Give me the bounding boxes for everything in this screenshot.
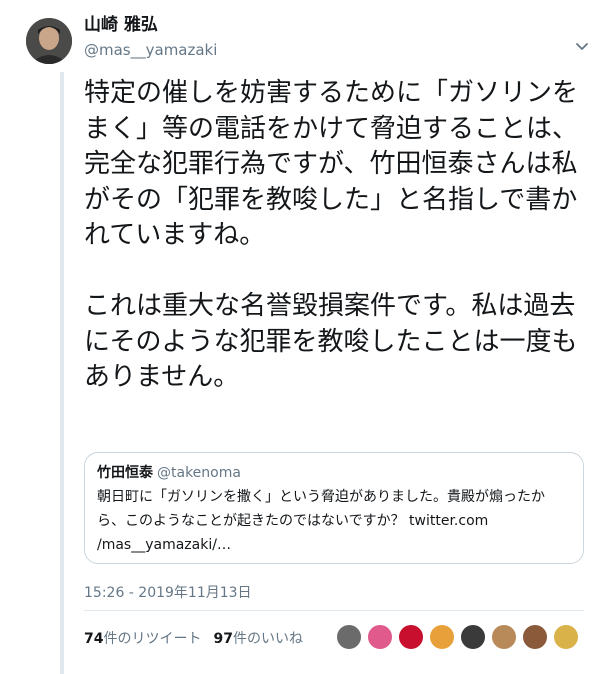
likes-stat[interactable]: 97件のいいね xyxy=(213,631,302,647)
quoted-user-handle: @takenoma xyxy=(157,465,241,481)
quoted-display-name: 竹田恒泰 xyxy=(97,465,153,481)
tweet-timestamp[interactable]: 15:26 - 2019年11月13日 xyxy=(84,582,252,602)
quoted-tweet-text: 朝日町に「ガソリンを撒く」という脅迫がありました。貴殿が煽ったから、このようなこ… xyxy=(97,489,545,553)
retweets-stat[interactable]: 74件のリツイート xyxy=(84,631,201,647)
liker-avatar[interactable] xyxy=(522,624,548,650)
likes-label: 件のいいね xyxy=(232,631,303,647)
liker-avatar[interactable] xyxy=(398,624,424,650)
retweets-count: 74 xyxy=(84,631,104,647)
user-handle[interactable]: @mas__yamazaki xyxy=(84,40,217,60)
liker-avatar[interactable] xyxy=(336,624,362,650)
divider xyxy=(84,610,584,611)
chevron-down-icon[interactable] xyxy=(574,38,590,54)
avatar[interactable] xyxy=(26,18,72,64)
liker-avatar[interactable] xyxy=(491,624,517,650)
liker-avatar[interactable] xyxy=(460,624,486,650)
quoted-tweet-header: 竹田恒泰 @takenoma xyxy=(97,463,571,483)
quoted-tweet-card[interactable]: 竹田恒泰 @takenoma 朝日町に「ガソリンを撒く」という脅迫がありました。貴… xyxy=(84,452,584,564)
liker-avatar[interactable] xyxy=(367,624,393,650)
likes-count: 97 xyxy=(213,631,233,647)
liker-avatar[interactable] xyxy=(553,624,579,650)
thread-line xyxy=(60,72,64,674)
engagement-stats: 74件のリツイート 97件のいいね xyxy=(84,628,303,648)
liker-avatars xyxy=(336,624,584,650)
tweet-header: 山崎 雅弘 @mas__yamazaki xyxy=(84,14,217,60)
liker-avatar[interactable] xyxy=(429,624,455,650)
avatar-image xyxy=(26,18,72,64)
retweets-label: 件のリツイート xyxy=(103,631,202,647)
tweet-text: 特定の催しを妨害するために「ガソリンをまく」等の電話をかけて脅迫することは、完全… xyxy=(84,78,579,392)
display-name[interactable]: 山崎 雅弘 xyxy=(84,14,217,36)
